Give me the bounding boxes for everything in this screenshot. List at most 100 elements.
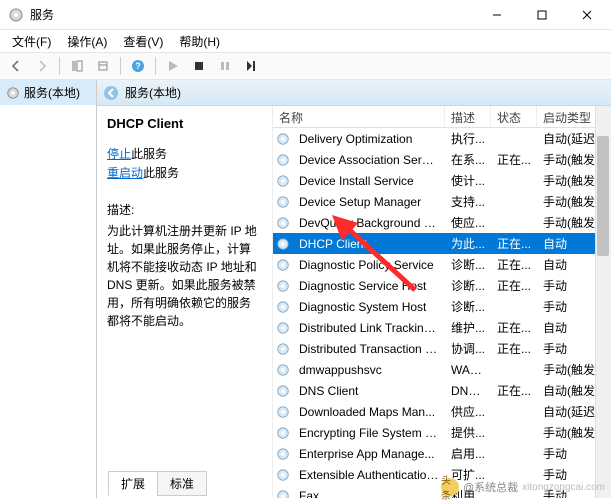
service-desc: 诊断... <box>445 298 491 315</box>
maximize-button[interactable] <box>519 0 564 29</box>
stop-button[interactable] <box>187 54 211 78</box>
service-desc: 执行... <box>445 130 491 147</box>
service-gear-icon <box>273 237 293 251</box>
selected-service-title: DHCP Client <box>107 116 262 131</box>
detail-tabs: 扩展 标准 <box>108 471 206 496</box>
service-row[interactable]: DHCP Client为此...正在...自动 <box>273 233 611 254</box>
menu-help[interactable]: 帮助(H) <box>171 31 228 52</box>
service-row[interactable]: Device Setup Manager支持...手动(触发... <box>273 191 611 212</box>
service-list[interactable]: Delivery Optimization执行...自动(延迟...Device… <box>273 128 611 498</box>
tab-extended[interactable]: 扩展 <box>108 471 158 496</box>
service-gear-icon <box>273 384 293 398</box>
service-desc: 维护... <box>445 319 491 336</box>
show-hide-button[interactable] <box>65 54 89 78</box>
description-label: 描述: <box>107 201 262 218</box>
service-gear-icon <box>273 174 293 188</box>
service-row[interactable]: Enterprise App Manage...启用...手动 <box>273 443 611 464</box>
service-name: Delivery Optimization <box>293 132 445 146</box>
service-name: Diagnostic Policy Service <box>293 258 445 272</box>
tab-standard[interactable]: 标准 <box>157 471 207 496</box>
watermark-text: @系统总裁 <box>463 479 518 495</box>
pause-button[interactable] <box>213 54 237 78</box>
service-gear-icon <box>273 279 293 293</box>
menu-view[interactable]: 查看(V) <box>115 31 171 52</box>
service-row[interactable]: Device Install Service使计...手动(触发... <box>273 170 611 191</box>
service-status: 正在... <box>491 235 537 252</box>
service-row[interactable]: DNS ClientDNS...正在...自动(触发... <box>273 380 611 401</box>
close-button[interactable] <box>564 0 609 29</box>
service-gear-icon <box>273 258 293 272</box>
service-gear-icon <box>273 447 293 461</box>
service-gear-icon <box>273 153 293 167</box>
description-pane: DHCP Client 停止此服务 重启动此服务 描述: 为此计算机注册并更新 … <box>97 106 273 498</box>
service-status: 正在... <box>491 382 537 399</box>
toolbar-separator <box>59 57 60 75</box>
back-round-icon[interactable] <box>103 85 119 101</box>
service-desc: WAP... <box>445 363 491 377</box>
nav-root-item[interactable]: 服务(本地) <box>0 80 96 105</box>
window-title: 服务 <box>30 6 474 23</box>
services-icon <box>6 86 20 100</box>
restart-suffix: 此服务 <box>143 166 179 180</box>
start-button[interactable] <box>161 54 185 78</box>
service-name: Enterprise App Manage... <box>293 447 445 461</box>
stop-link[interactable]: 停止 <box>107 147 131 161</box>
service-row[interactable]: Downloaded Maps Man...供应...自动(延迟... <box>273 401 611 422</box>
service-gear-icon <box>273 216 293 230</box>
restart-link[interactable]: 重启动 <box>107 166 143 180</box>
service-gear-icon <box>273 363 293 377</box>
service-row[interactable]: Diagnostic Service Host诊断...正在...手动 <box>273 275 611 296</box>
minimize-button[interactable] <box>474 0 519 29</box>
toolbar-separator <box>155 57 156 75</box>
service-name: DNS Client <box>293 384 445 398</box>
service-row[interactable]: DevQuery Background D...使应...手动(触发... <box>273 212 611 233</box>
back-button[interactable] <box>4 54 28 78</box>
service-gear-icon <box>273 300 293 314</box>
watermark-logo-icon: 头条 <box>441 478 459 496</box>
service-desc: 启用... <box>445 445 491 462</box>
service-desc: 支持... <box>445 193 491 210</box>
service-name: Device Install Service <box>293 174 445 188</box>
service-name: Distributed Link Tracking... <box>293 321 445 335</box>
watermark-url: xitongzongcai.com <box>522 482 605 493</box>
service-desc: 诊断... <box>445 256 491 273</box>
service-status: 正在... <box>491 319 537 336</box>
column-name[interactable]: 名称 <box>273 106 445 127</box>
service-status: 正在... <box>491 151 537 168</box>
service-desc: 使应... <box>445 214 491 231</box>
service-row[interactable]: Diagnostic Policy Service诊断...正在...自动 <box>273 254 611 275</box>
service-gear-icon <box>273 342 293 356</box>
title-bar: 服务 <box>0 0 611 30</box>
body: 服务(本地) 服务(本地) DHCP Client 停止此服务 重启动此服务 描… <box>0 80 611 498</box>
scrollbar-thumb[interactable] <box>597 136 609 256</box>
menu-bar: 文件(F) 操作(A) 查看(V) 帮助(H) <box>0 30 611 52</box>
column-status[interactable]: 状态 <box>491 106 537 127</box>
description-text: 为此计算机注册并更新 IP 地址。如果此服务停止，计算机将不能接收动态 IP 地… <box>107 222 262 330</box>
help-button[interactable]: ? <box>126 54 150 78</box>
service-gear-icon <box>273 132 293 146</box>
service-row[interactable]: Encrypting File System (E...提供...手动(触发..… <box>273 422 611 443</box>
service-row[interactable]: Device Association Service在系...正在...手动(触… <box>273 149 611 170</box>
service-row[interactable]: Distributed Transaction C...协调...正在...手动 <box>273 338 611 359</box>
service-desc: 使计... <box>445 172 491 189</box>
service-name: DHCP Client <box>293 237 445 251</box>
menu-action[interactable]: 操作(A) <box>59 31 115 52</box>
service-status: 正在... <box>491 340 537 357</box>
service-name: Distributed Transaction C... <box>293 342 445 356</box>
restart-button[interactable] <box>239 54 263 78</box>
service-action-links: 停止此服务 重启动此服务 <box>107 145 262 183</box>
service-row[interactable]: dmwappushsvcWAP...手动(触发... <box>273 359 611 380</box>
service-status: 正在... <box>491 277 537 294</box>
service-desc: DNS... <box>445 384 491 398</box>
service-row[interactable]: Delivery Optimization执行...自动(延迟... <box>273 128 611 149</box>
service-row[interactable]: Diagnostic System Host诊断...手动 <box>273 296 611 317</box>
nav-tree: 服务(本地) <box>0 80 97 498</box>
forward-button[interactable] <box>30 54 54 78</box>
vertical-scrollbar[interactable] <box>595 106 611 498</box>
service-row[interactable]: Distributed Link Tracking...维护...正在...自动 <box>273 317 611 338</box>
export-button[interactable] <box>91 54 115 78</box>
column-desc[interactable]: 描述 <box>445 106 491 127</box>
service-status: 正在... <box>491 256 537 273</box>
menu-file[interactable]: 文件(F) <box>4 31 59 52</box>
service-name: Device Association Service <box>293 153 445 167</box>
